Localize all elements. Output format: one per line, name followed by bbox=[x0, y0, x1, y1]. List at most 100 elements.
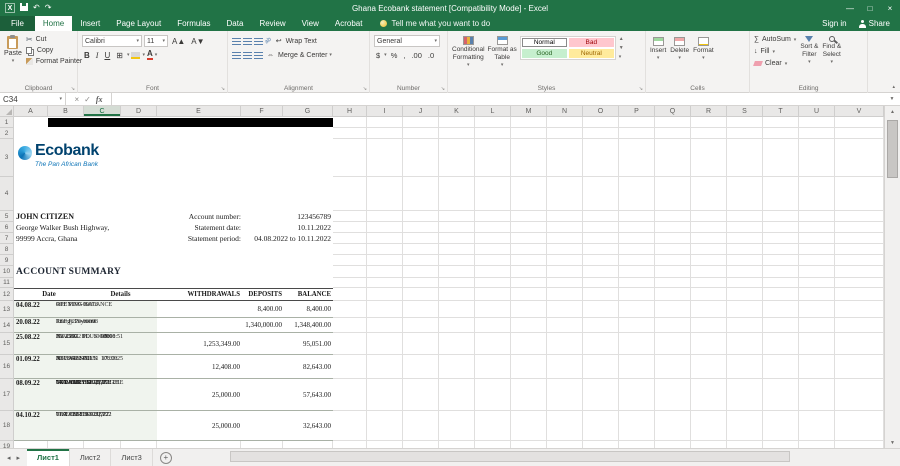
cell[interactable] bbox=[655, 301, 691, 318]
tab-file[interactable]: File bbox=[0, 16, 35, 31]
cell[interactable] bbox=[403, 278, 439, 288]
column-header-U[interactable]: U bbox=[799, 106, 835, 117]
cell[interactable] bbox=[583, 441, 619, 448]
comma-format-button[interactable]: , bbox=[401, 51, 407, 60]
cell[interactable] bbox=[583, 222, 619, 233]
cell[interactable] bbox=[511, 139, 547, 177]
cell[interactable] bbox=[333, 278, 367, 288]
cell[interactable] bbox=[655, 177, 691, 211]
cell[interactable] bbox=[403, 266, 439, 278]
orientation-button[interactable]: ab bbox=[264, 37, 273, 46]
cell[interactable] bbox=[403, 379, 439, 411]
cell[interactable] bbox=[403, 333, 439, 355]
increase-font-size-button[interactable]: A▲ bbox=[170, 37, 187, 46]
cell[interactable] bbox=[439, 255, 475, 266]
cell[interactable] bbox=[727, 139, 763, 177]
find-select-button[interactable]: Find & Select ▾ bbox=[822, 34, 841, 81]
cell[interactable] bbox=[367, 211, 403, 222]
cell[interactable] bbox=[763, 211, 799, 222]
cell[interactable] bbox=[655, 117, 691, 128]
cell[interactable] bbox=[763, 117, 799, 128]
cell[interactable] bbox=[727, 355, 763, 379]
cell[interactable] bbox=[799, 266, 835, 278]
cell[interactable] bbox=[511, 266, 547, 278]
cell[interactable] bbox=[475, 288, 511, 301]
cell[interactable] bbox=[727, 233, 763, 244]
cell[interactable] bbox=[763, 244, 799, 255]
cell[interactable] bbox=[799, 379, 835, 411]
insert-function-button[interactable]: fx bbox=[96, 95, 103, 104]
cell[interactable] bbox=[511, 255, 547, 266]
cell[interactable] bbox=[619, 288, 655, 301]
maximize-button[interactable]: □ bbox=[860, 0, 880, 16]
font-size-select[interactable]: 11 ▾ bbox=[144, 35, 168, 47]
cell[interactable] bbox=[583, 128, 619, 139]
column-header-E[interactable]: E bbox=[157, 106, 241, 117]
cell[interactable] bbox=[547, 355, 583, 379]
cell[interactable] bbox=[547, 266, 583, 278]
bold-button[interactable]: B bbox=[82, 51, 92, 60]
increase-decimal-button[interactable]: .00 bbox=[409, 51, 423, 60]
cell[interactable] bbox=[619, 411, 655, 441]
cell[interactable] bbox=[547, 244, 583, 255]
cell[interactable] bbox=[763, 318, 799, 333]
cell[interactable] bbox=[763, 233, 799, 244]
cell[interactable] bbox=[655, 379, 691, 411]
horizontal-scroll-thumb[interactable] bbox=[230, 451, 790, 462]
cell[interactable] bbox=[475, 222, 511, 233]
cell[interactable] bbox=[619, 222, 655, 233]
delete-cells-button[interactable]: Delete ▾ bbox=[670, 35, 689, 81]
cell[interactable] bbox=[763, 255, 799, 266]
cell[interactable] bbox=[763, 411, 799, 441]
cell[interactable] bbox=[727, 278, 763, 288]
tab-review[interactable]: Review bbox=[251, 16, 293, 31]
font-dialog-launcher-icon[interactable]: ↘ bbox=[221, 86, 225, 92]
cell[interactable] bbox=[439, 278, 475, 288]
cell[interactable] bbox=[763, 139, 799, 177]
cell[interactable] bbox=[799, 177, 835, 211]
cell[interactable] bbox=[241, 441, 283, 448]
cell[interactable] bbox=[403, 177, 439, 211]
cell[interactable] bbox=[333, 411, 367, 441]
cell[interactable] bbox=[619, 301, 655, 318]
cut-button[interactable]: ✂ Cut bbox=[26, 34, 82, 45]
borders-button[interactable]: ⊞ bbox=[114, 51, 125, 60]
cell[interactable] bbox=[439, 211, 475, 222]
tab-data[interactable]: Data bbox=[219, 16, 252, 31]
cell[interactable] bbox=[403, 211, 439, 222]
cell[interactable] bbox=[403, 128, 439, 139]
column-header-F[interactable]: F bbox=[241, 106, 283, 117]
cell[interactable] bbox=[619, 441, 655, 448]
cell[interactable] bbox=[475, 139, 511, 177]
cell[interactable] bbox=[333, 233, 367, 244]
cell[interactable] bbox=[511, 222, 547, 233]
cell[interactable] bbox=[835, 318, 884, 333]
number-dialog-launcher-icon[interactable]: ↘ bbox=[441, 86, 445, 92]
cell[interactable] bbox=[619, 379, 655, 411]
format-painter-button[interactable]: Format Painter bbox=[25, 56, 82, 67]
row-header-13[interactable]: 13 bbox=[0, 301, 14, 318]
row-header-16[interactable]: 16 bbox=[0, 355, 14, 379]
conditional-formatting-button[interactable]: Conditional Formatting ▾ bbox=[452, 34, 485, 81]
cell[interactable] bbox=[763, 441, 799, 448]
cell[interactable] bbox=[799, 441, 835, 448]
cell[interactable] bbox=[333, 379, 367, 411]
cell[interactable] bbox=[547, 177, 583, 211]
cell[interactable] bbox=[763, 379, 799, 411]
cell[interactable] bbox=[583, 211, 619, 222]
sheet-tab-Лист2[interactable]: Лист2 bbox=[70, 449, 112, 466]
cell[interactable] bbox=[367, 318, 403, 333]
tab-view[interactable]: View bbox=[294, 16, 327, 31]
cell[interactable] bbox=[835, 128, 884, 139]
cell[interactable] bbox=[583, 177, 619, 211]
column-header-M[interactable]: M bbox=[511, 106, 547, 117]
cell[interactable] bbox=[48, 441, 84, 448]
cell[interactable] bbox=[799, 222, 835, 233]
decrease-decimal-button[interactable]: .0 bbox=[426, 51, 436, 60]
name-box[interactable]: C34 ▾ bbox=[0, 93, 66, 105]
cell[interactable] bbox=[727, 128, 763, 139]
cell[interactable] bbox=[403, 233, 439, 244]
cell[interactable] bbox=[691, 441, 727, 448]
align-top-button[interactable] bbox=[232, 37, 241, 45]
insert-cells-button[interactable]: Insert ▾ bbox=[650, 35, 666, 81]
